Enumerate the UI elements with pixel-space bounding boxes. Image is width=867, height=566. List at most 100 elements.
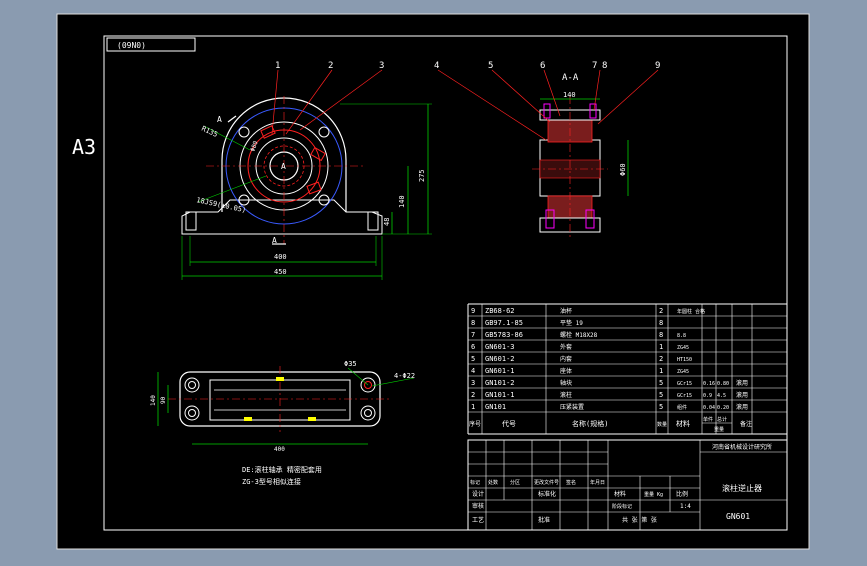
bom-cell-name: 内套 [560,355,572,363]
section-marker-bottom: A [272,236,277,245]
tb-drawing-no: GN601 [726,512,750,521]
bom-cell-code: GN601-3 [485,343,515,351]
bom-cell-qty: 5 [659,379,663,387]
bom-cell-no: 6 [471,343,475,351]
bom-cell-qty: 2 [659,307,663,315]
plan-marker [276,377,284,381]
dim-450: 450 [274,268,287,276]
bom-header-weight-single: 单件 [703,416,713,423]
bom-header-no: 序号 [469,420,481,428]
callout-5: 5 [488,61,493,71]
bom-cell-weight-single: 0.9 [703,393,712,399]
bom-cell-qty: 1 [659,343,663,351]
bom-cell-weight-single: 0.16 [703,381,715,387]
bom-cell-name: 座体 [560,367,572,375]
callout-3: 3 [379,61,384,71]
callout-8: 8 [602,61,607,71]
bom-cell-code: GN101 [485,403,506,411]
cad-viewport[interactable]: (09N0) A 3 1 2 3 A A A R135 18JS9(±0.05) … [0,0,867,562]
dim-plan-length-text: 400 [274,446,285,453]
drawing-sheet [56,13,810,550]
tb-weight-label: 重量 Kg [644,491,663,498]
bom-header-weight: 重量 [714,426,724,433]
tb-material-label: 材料 [614,490,626,498]
dim-400: 400 [274,253,287,261]
bom-cell-no: 4 [471,367,475,375]
dim-275: 275 [418,169,426,182]
bom-cell-material: ZG45 [677,345,689,351]
drawing-number-text: (09N0) [117,41,146,50]
bom-cell-code: GN101-2 [485,379,515,387]
dim-plan-width-inner-text: 90 [160,396,167,404]
bom-cell-material: GCr15 [677,393,692,399]
bom-header-material: 材料 [676,419,690,428]
bom-header-qty: 数量 [657,421,667,428]
bom-cell-code: GB5783-86 [485,331,523,339]
dim-140: 140 [398,195,406,208]
bom-cell-name: 压紧装置 [560,403,584,411]
bom-cell-material: 组件 [677,404,687,411]
bom-cell-no: 1 [471,403,475,411]
bom-cell-material: GCr15 [677,381,692,387]
dim-top-hole: Φ35 [344,360,357,368]
dim-bolt-holes: 4-Φ22 [394,372,415,380]
tb-product-name: 滚柱逆止器 [722,483,762,493]
bom-cell-no: 5 [471,355,475,363]
dim-section-dia-text: Φ60 [619,163,627,176]
bom-cell-weight-total: 0.20 [717,405,729,411]
bom-cell-code: GN601-2 [485,355,515,363]
bom-cell-qty: 1 [659,367,663,375]
tb-check: 审核 [472,502,484,510]
bom-cell-code: GN601-1 [485,367,515,375]
bom-cell-qty: 5 [659,403,663,411]
section-title: A-A [562,73,579,83]
bom-cell-code: ZB68-62 [485,307,515,315]
drawing-canvas: (09N0) A 3 1 2 3 A A A R135 18JS9(±0.05) … [56,13,810,550]
dim-section-width-text: 140 [563,91,576,99]
tb-scale-label: 比例 [676,490,688,498]
tb-mark: 标记 [470,479,480,486]
bom-cell-no: 9 [471,307,475,315]
tb-approve: 批准 [538,516,550,524]
tb-design: 设计 [472,490,484,498]
tb-count: 处数 [488,479,498,486]
bom-header-remark: 备注 [740,420,752,428]
tb-stage-mark: 阶段标记 [612,503,632,510]
tb-process: 工艺 [472,516,484,524]
bom-cell-name: 滚柱 [560,391,572,399]
bom-cell-no: 8 [471,319,475,327]
note-line-2: ZG-3型号相似连接 [242,477,301,486]
note-line-1: DE:滚柱轴承 精密配套用 [242,465,322,474]
bom-header-code: 代号 [502,419,516,428]
bom-cell-qty: 8 [659,331,663,339]
bom-cell-qty: 5 [659,391,663,399]
bom-cell-name: 螺栓 M18X28 [560,331,598,339]
bom-cell-no: 7 [471,331,475,339]
tb-change-doc: 更改文件号 [534,479,559,486]
bom-cell-code: GN101-1 [485,391,515,399]
dim-48: 48 [383,218,391,226]
bom-cell-remark: 滚用 [736,391,748,399]
tb-signature: 签名 [566,479,576,486]
bom-cell-weight-single: 0.04 [703,405,715,411]
bom-cell-material: 8.8 [677,333,686,339]
callout-2: 2 [328,61,333,71]
callout-1: 1 [275,61,280,71]
bom-cell-material: HT150 [677,357,692,363]
section-marker-top: A [217,115,222,124]
callout-6: 6 [540,61,545,71]
bom-header-weight-total: 总计 [717,416,727,423]
bom-cell-no: 3 [471,379,475,387]
callout-7: 7 [592,61,597,71]
bom-header-name: 名称(规格) [572,419,608,428]
bom-cell-name: 轴块 [560,379,572,387]
plan-marker [308,417,316,421]
tb-zone: 分区 [510,479,520,486]
bom-cell-remark: 滚用 [736,379,748,387]
bom-cell-weight-total: 0.80 [717,381,729,387]
bom-cell-qty: 2 [659,355,663,363]
tb-scale-value: 1:4 [680,503,691,510]
dim-plan-width-outer-text: 140 [150,395,157,406]
bom-cell-no: 2 [471,391,475,399]
bom-cell-name: 外套 [560,343,572,351]
